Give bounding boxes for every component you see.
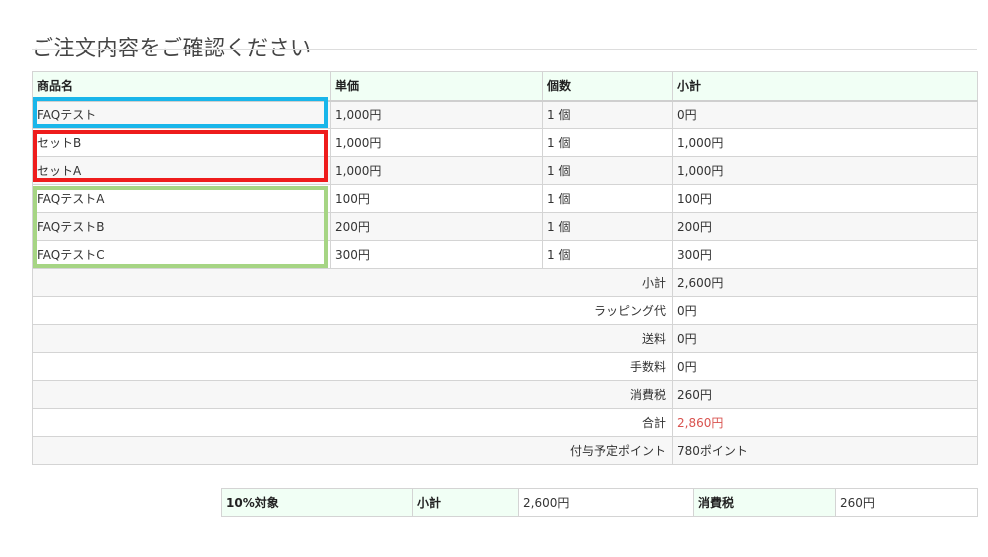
summary-row-fee: 手数料 0円 (32, 352, 978, 381)
summary-row-total: 合計 2,860円 (32, 408, 978, 437)
summary-label: ラッピング代 (32, 296, 673, 325)
item-quantity: 1 個 (542, 184, 673, 213)
item-subtotal: 100円 (672, 184, 978, 213)
item-name: セットB (32, 128, 331, 157)
summary-row-subtotal: 小計 2,600円 (32, 268, 978, 297)
table-row: セットB 1,000円 1 個 1,000円 (32, 128, 978, 157)
header-quantity: 個数 (542, 71, 673, 102)
item-name: FAQテストC (32, 240, 331, 269)
total-value: 2,860円 (672, 408, 978, 437)
item-name: FAQテスト (32, 100, 331, 129)
summary-value: 780ポイント (672, 436, 978, 465)
tax-value: 260円 (835, 488, 978, 517)
item-subtotal: 300円 (672, 240, 978, 269)
item-quantity: 1 個 (542, 100, 673, 129)
item-unit-price: 200円 (330, 212, 543, 241)
table-row: FAQテストB 200円 1 個 200円 (32, 212, 978, 241)
item-quantity: 1 個 (542, 212, 673, 241)
tax-target-label: 10%対象 (221, 488, 413, 517)
summary-label: 送料 (32, 324, 673, 353)
summary-row-tax: 消費税 260円 (32, 380, 978, 409)
summary-label: 付与予定ポイント (32, 436, 673, 465)
item-name: FAQテストA (32, 184, 331, 213)
item-unit-price: 1,000円 (330, 128, 543, 157)
item-name: セットA (32, 156, 331, 185)
summary-value: 0円 (672, 352, 978, 381)
table-row: FAQテスト 1,000円 1 個 0円 (32, 100, 978, 129)
summary-row-wrapping: ラッピング代 0円 (32, 296, 978, 325)
summary-value: 0円 (672, 324, 978, 353)
item-name: FAQテストB (32, 212, 331, 241)
item-subtotal: 200円 (672, 212, 978, 241)
summary-value: 260円 (672, 380, 978, 409)
header-product-name: 商品名 (32, 71, 331, 102)
tax-subtotal-label: 小計 (412, 488, 519, 517)
tax-subtotal-value: 2,600円 (518, 488, 694, 517)
item-subtotal: 1,000円 (672, 156, 978, 185)
tax-row: 10%対象 小計 2,600円 消費税 260円 (221, 488, 978, 517)
summary-label: 消費税 (32, 380, 673, 409)
item-quantity: 1 個 (542, 156, 673, 185)
title-divider (32, 49, 977, 50)
summary-value: 0円 (672, 296, 978, 325)
item-quantity: 1 個 (542, 128, 673, 157)
order-table: 商品名 単価 個数 小計 FAQテスト 1,000円 1 個 0円 セットB 1… (32, 71, 978, 465)
table-row: セットA 1,000円 1 個 1,000円 (32, 156, 978, 185)
summary-value: 2,600円 (672, 268, 978, 297)
tax-breakdown-table: 10%対象 小計 2,600円 消費税 260円 (221, 488, 978, 517)
summary-label: 小計 (32, 268, 673, 297)
item-subtotal: 1,000円 (672, 128, 978, 157)
header-unit-price: 単価 (330, 71, 543, 102)
item-subtotal: 0円 (672, 100, 978, 129)
header-subtotal: 小計 (672, 71, 978, 102)
item-unit-price: 300円 (330, 240, 543, 269)
tax-label: 消費税 (693, 488, 836, 517)
summary-row-points: 付与予定ポイント 780ポイント (32, 436, 978, 465)
item-unit-price: 1,000円 (330, 156, 543, 185)
item-unit-price: 1,000円 (330, 100, 543, 129)
summary-row-shipping: 送料 0円 (32, 324, 978, 353)
item-unit-price: 100円 (330, 184, 543, 213)
item-quantity: 1 個 (542, 240, 673, 269)
order-table-header-row: 商品名 単価 個数 小計 (32, 71, 978, 102)
summary-label: 合計 (32, 408, 673, 437)
table-row: FAQテストC 300円 1 個 300円 (32, 240, 978, 269)
table-row: FAQテストA 100円 1 個 100円 (32, 184, 978, 213)
summary-label: 手数料 (32, 352, 673, 381)
page-title: ご注文内容をご確認ください (32, 36, 312, 61)
